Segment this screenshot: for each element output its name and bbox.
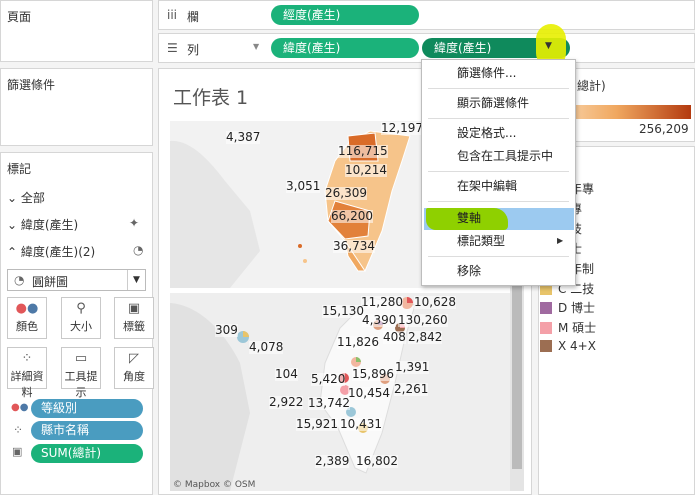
pie-mark[interactable]: [351, 357, 361, 367]
map-label: 5,420: [311, 372, 346, 386]
map-label: 4,078: [249, 340, 284, 354]
map-label: 10,431: [340, 417, 382, 431]
menu-separator: [428, 256, 569, 257]
map-label: 13,742: [308, 396, 350, 410]
menu-item-filter[interactable]: 篩選條件...: [422, 63, 575, 84]
map-label: 408: [383, 330, 406, 344]
map-label: 16,802: [356, 454, 398, 468]
menu-item-remove[interactable]: 移除: [422, 261, 575, 282]
color-legend-max: 256,209: [639, 122, 689, 136]
menu-item-mark-type[interactable]: 標記類型: [422, 231, 575, 252]
map-label: 15,130: [322, 304, 364, 318]
map-label: 1,391: [395, 360, 430, 374]
pill-context-menu: 篩選條件... 顯示篩選條件 設定格式... 包含在工具提示中 在架中編輯 雙軸…: [421, 59, 576, 286]
map-label: 2,389: [315, 454, 350, 468]
map-label: 11,280: [361, 295, 403, 309]
menu-item-dual-axis[interactable]: 雙軸: [422, 208, 575, 229]
map-label: 309: [215, 323, 238, 337]
legend-swatch: [540, 322, 552, 334]
color-legend-title: 總計): [577, 79, 606, 93]
map-label: 15,921: [296, 417, 338, 431]
map-label: 10,454: [348, 386, 390, 400]
legend-item[interactable]: D 博士: [540, 299, 595, 316]
legend-swatch: [540, 340, 552, 352]
menu-separator: [428, 201, 569, 202]
map-label: 2,261: [394, 382, 429, 396]
map-label: 2,922: [269, 395, 304, 409]
pie-mark[interactable]: [237, 331, 249, 343]
menu-separator: [428, 118, 569, 119]
legend-swatch: [540, 302, 552, 314]
menu-separator: [428, 88, 569, 89]
legend-item[interactable]: M 碩士: [540, 319, 596, 336]
map-label: 4,390: [362, 313, 397, 327]
map-label: 11,826: [337, 335, 379, 349]
legend-label: D 博士: [558, 301, 596, 315]
menu-item-show-filter[interactable]: 顯示篩選條件: [422, 93, 575, 114]
map-label: 15,896: [352, 367, 394, 381]
map-label: 2,842: [408, 330, 443, 344]
legend-item[interactable]: X 4+X: [540, 339, 596, 353]
menu-separator: [428, 171, 569, 172]
legend-label: X 4+X: [558, 339, 596, 353]
menu-item-format[interactable]: 設定格式...: [422, 123, 575, 144]
menu-item-include-tooltip[interactable]: 包含在工具提示中: [422, 146, 575, 167]
chevron-right-icon: ▶: [557, 236, 564, 245]
menu-item-edit-in-shelf[interactable]: 在架中編輯: [422, 176, 575, 197]
legend-label: M 碩士: [558, 321, 597, 335]
map-label: 104: [275, 367, 298, 381]
map-label: 130,260: [398, 313, 448, 327]
map-label: 10,628: [414, 295, 456, 309]
